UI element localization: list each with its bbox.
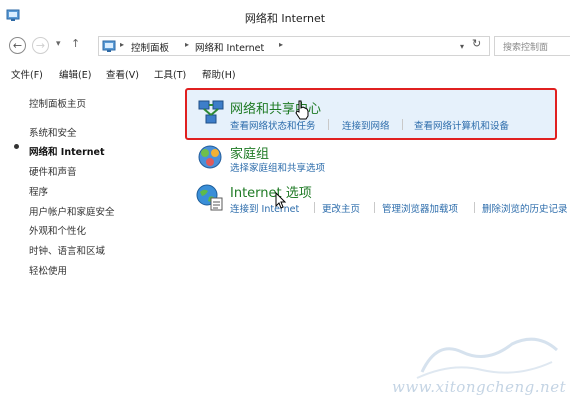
sidebar-item-appearance[interactable]: 外观和个性化 [29,223,86,237]
menu-bar: 文件(F) 编辑(E) 查看(V) 工具(T) 帮助(H) [0,60,570,84]
active-bullet-icon [14,144,19,149]
link-separator [314,202,315,213]
menu-view[interactable]: 查看(V) [106,67,139,81]
window-title: 网络和 Internet [244,12,326,25]
watermark: www.xitongcheng.net [392,332,570,400]
breadcrumb-network-internet[interactable]: 网络和 Internet [195,40,264,54]
homegroup-icon [198,145,222,169]
internet-options-title[interactable]: Internet 选项 [230,182,312,201]
connect-to-network-link[interactable]: 连接到网络 [342,118,390,132]
up-arrow-icon[interactable]: ↑ [71,37,80,50]
link-separator [374,202,375,213]
view-network-status-link[interactable]: 查看网络状态和任务 [230,118,316,132]
watermark-logo-icon [416,337,559,379]
arrow-cursor-icon [275,192,287,209]
menu-edit[interactable]: 编辑(E) [59,67,91,81]
sidebar-item-clock-language[interactable]: 时钟、语言和区域 [29,243,105,257]
view-network-computers-link[interactable]: 查看网络计算机和设备 [414,118,509,132]
change-homepage-link[interactable]: 更改主页 [322,201,360,215]
recent-locations-icon[interactable]: ▾ [56,39,61,49]
category-internet-options: Internet 选项 连接到 Internet 更改主页 管理浏览器加载项 删… [190,182,570,218]
network-sharing-center-icon [198,100,224,124]
breadcrumb-control-panel[interactable]: 控制面板 [131,40,169,54]
category-network-sharing-center: 网络和共享中心 查看网络状态和任务 连接到网络 查看网络计算机和设备 [190,98,570,138]
sidebar-item-ease-of-access[interactable]: 轻松使用 [29,263,67,277]
sidebar-item-user-accounts[interactable]: 用户帐户和家庭安全 [29,204,115,218]
sidebar-item-control-panel-home[interactable]: 控制面板主页 [29,96,86,110]
breadcrumb-separator-icon: ▸ [120,40,125,49]
refresh-icon[interactable]: ↻ [472,37,481,50]
sidebar-item-network-internet[interactable]: 网络和 Internet [29,144,105,158]
control-panel-icon [102,40,116,52]
homegroup-options-link[interactable]: 选择家庭组和共享选项 [230,160,325,174]
manage-addons-link[interactable]: 管理浏览器加载项 [382,201,458,215]
forward-button[interactable]: → [32,37,49,54]
connect-to-internet-link[interactable]: 连接到 Internet [230,201,299,215]
sidebar-item-system-security[interactable]: 系统和安全 [29,125,77,139]
address-row: ← → ▾ ↑ ▸ 控制面板 ▸ 网络和 Internet ▸ ▾ ↻ 搜索控制… [0,34,570,58]
link-separator [474,202,475,213]
address-dropdown-icon[interactable]: ▾ [460,42,464,51]
breadcrumb-separator-icon: ▸ [279,40,284,49]
internet-options-icon [196,184,223,211]
watermark-text: www.xitongcheng.net [392,378,567,396]
breadcrumb-separator-icon: ▸ [185,40,190,49]
title-bar: 网络和 Internet [0,0,570,34]
search-placeholder: 搜索控制面 [503,43,549,53]
sidebar-item-hardware-sound[interactable]: 硬件和声音 [29,164,77,178]
category-homegroup: 家庭组 选择家庭组和共享选项 [190,143,570,177]
hand-cursor-icon [295,100,309,120]
menu-file[interactable]: 文件(F) [11,67,43,81]
link-separator [328,119,329,130]
sidebar: 控制面板主页 系统和安全 网络和 Internet 硬件和声音 程序 用户帐户和… [0,84,190,400]
link-separator [402,119,403,130]
menu-help[interactable]: 帮助(H) [202,67,236,81]
sidebar-item-programs[interactable]: 程序 [29,184,48,198]
back-button[interactable]: ← [9,37,26,54]
delete-history-link[interactable]: 删除浏览的历史记录 [482,201,568,215]
search-input[interactable]: 搜索控制面 [494,36,570,56]
menu-tools[interactable]: 工具(T) [154,67,186,81]
address-bar[interactable]: ▸ 控制面板 ▸ 网络和 Internet ▸ [98,36,490,56]
